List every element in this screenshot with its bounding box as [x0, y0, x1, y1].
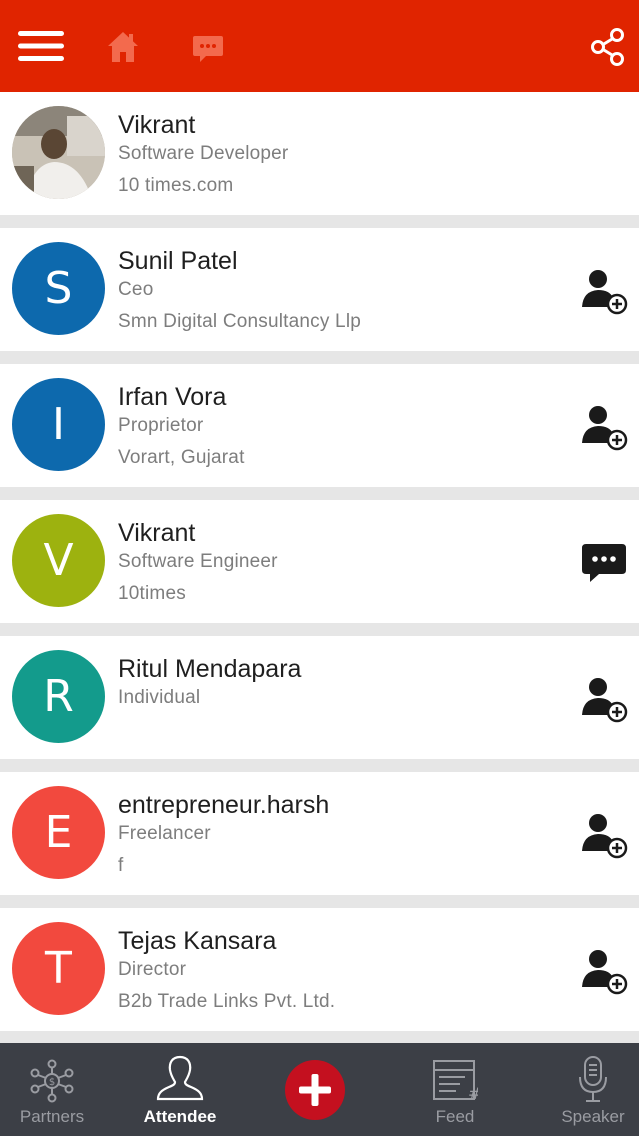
avatar: R [12, 650, 105, 743]
attendee-name: Tejas Kansara [118, 927, 277, 955]
attendee-screen: Vikrant Software Developer 10 times.com … [0, 0, 639, 1136]
plus-icon [299, 1074, 331, 1106]
menu-icon[interactable] [18, 26, 64, 66]
chat-icon[interactable] [191, 28, 225, 68]
add-connection-icon[interactable] [579, 674, 629, 724]
attendee-title: Proprietor [118, 415, 204, 436]
attendee-card-self[interactable]: Vikrant Software Developer 10 times.com [0, 92, 639, 215]
divider [0, 215, 639, 228]
attendee-company: 10times [118, 583, 186, 604]
tab-attendee[interactable]: Attendee [130, 1043, 230, 1136]
attendee-company: B2b Trade Links Pvt. Ltd. [118, 991, 336, 1012]
avatar: S [12, 242, 105, 335]
divider [0, 895, 639, 908]
attendee-name: Vikrant [118, 519, 196, 547]
divider [0, 1031, 639, 1043]
divider [0, 759, 639, 772]
tab-label: Attendee [143, 1107, 217, 1126]
attendee-person-icon [155, 1043, 205, 1103]
avatar: I [12, 378, 105, 471]
share-icon[interactable] [590, 27, 626, 67]
attendee-list: Vikrant Software Developer 10 times.com … [0, 92, 639, 1043]
tab-partners[interactable]: $ Partners [2, 1043, 102, 1136]
divider [0, 351, 639, 364]
attendee-name: Ritul Mendapara [118, 655, 302, 683]
attendee-company: Vorart, Gujarat [118, 447, 245, 468]
add-connection-icon[interactable] [579, 810, 629, 860]
attendee-card[interactable]: R Ritul Mendapara Individual [0, 636, 639, 759]
top-app-bar [0, 0, 639, 92]
bottom-tab-bar: $ Partners Attendee Feed Speaker [0, 1043, 639, 1136]
tab-speaker[interactable]: Speaker [543, 1043, 639, 1136]
add-button[interactable] [285, 1060, 345, 1120]
attendee-company: f [118, 855, 124, 876]
microphone-icon [576, 1043, 610, 1103]
attendee-title: Director [118, 959, 187, 980]
divider [0, 487, 639, 500]
attendee-card[interactable]: I Irfan Vora Proprietor Vorart, Gujarat [0, 364, 639, 487]
attendee-title: Ceo [118, 279, 154, 300]
tab-label: Partners [19, 1107, 85, 1126]
attendee-card[interactable]: E entrepreneur.harsh Freelancer f [0, 772, 639, 895]
attendee-card[interactable]: T Tejas Kansara Director B2b Trade Links… [0, 908, 639, 1031]
avatar: V [12, 514, 105, 607]
partners-network-icon: $ [30, 1043, 74, 1103]
svg-text:#: # [468, 1084, 478, 1103]
attendee-name: entrepreneur.harsh [118, 791, 330, 819]
home-icon[interactable] [106, 27, 140, 67]
feed-icon: # [432, 1043, 478, 1103]
svg-text:$: $ [49, 1077, 55, 1088]
attendee-name: Sunil Patel [118, 247, 238, 275]
avatar: T [12, 922, 105, 1015]
attendee-title: Software Developer [118, 143, 289, 164]
tab-feed[interactable]: # Feed [405, 1043, 505, 1136]
avatar-photo [12, 106, 105, 199]
attendee-title: Individual [118, 687, 201, 708]
tab-label: Feed [435, 1107, 475, 1126]
attendee-company: 10 times.com [118, 175, 234, 196]
attendee-title: Software Engineer [118, 551, 278, 572]
attendee-name: Vikrant [118, 111, 196, 139]
attendee-card[interactable]: V Vikrant Software Engineer 10times [0, 500, 639, 623]
avatar: E [12, 786, 105, 879]
add-connection-icon[interactable] [579, 402, 629, 452]
add-connection-icon[interactable] [579, 946, 629, 996]
attendee-company: Smn Digital Consultancy Llp [118, 311, 362, 332]
attendee-name: Irfan Vora [118, 383, 227, 411]
divider [0, 623, 639, 636]
add-connection-icon[interactable] [579, 266, 629, 316]
attendee-title: Freelancer [118, 823, 211, 844]
attendee-card[interactable]: S Sunil Patel Ceo Smn Digital Consultanc… [0, 228, 639, 351]
tab-label: Speaker [561, 1107, 625, 1126]
message-icon[interactable] [579, 538, 629, 588]
